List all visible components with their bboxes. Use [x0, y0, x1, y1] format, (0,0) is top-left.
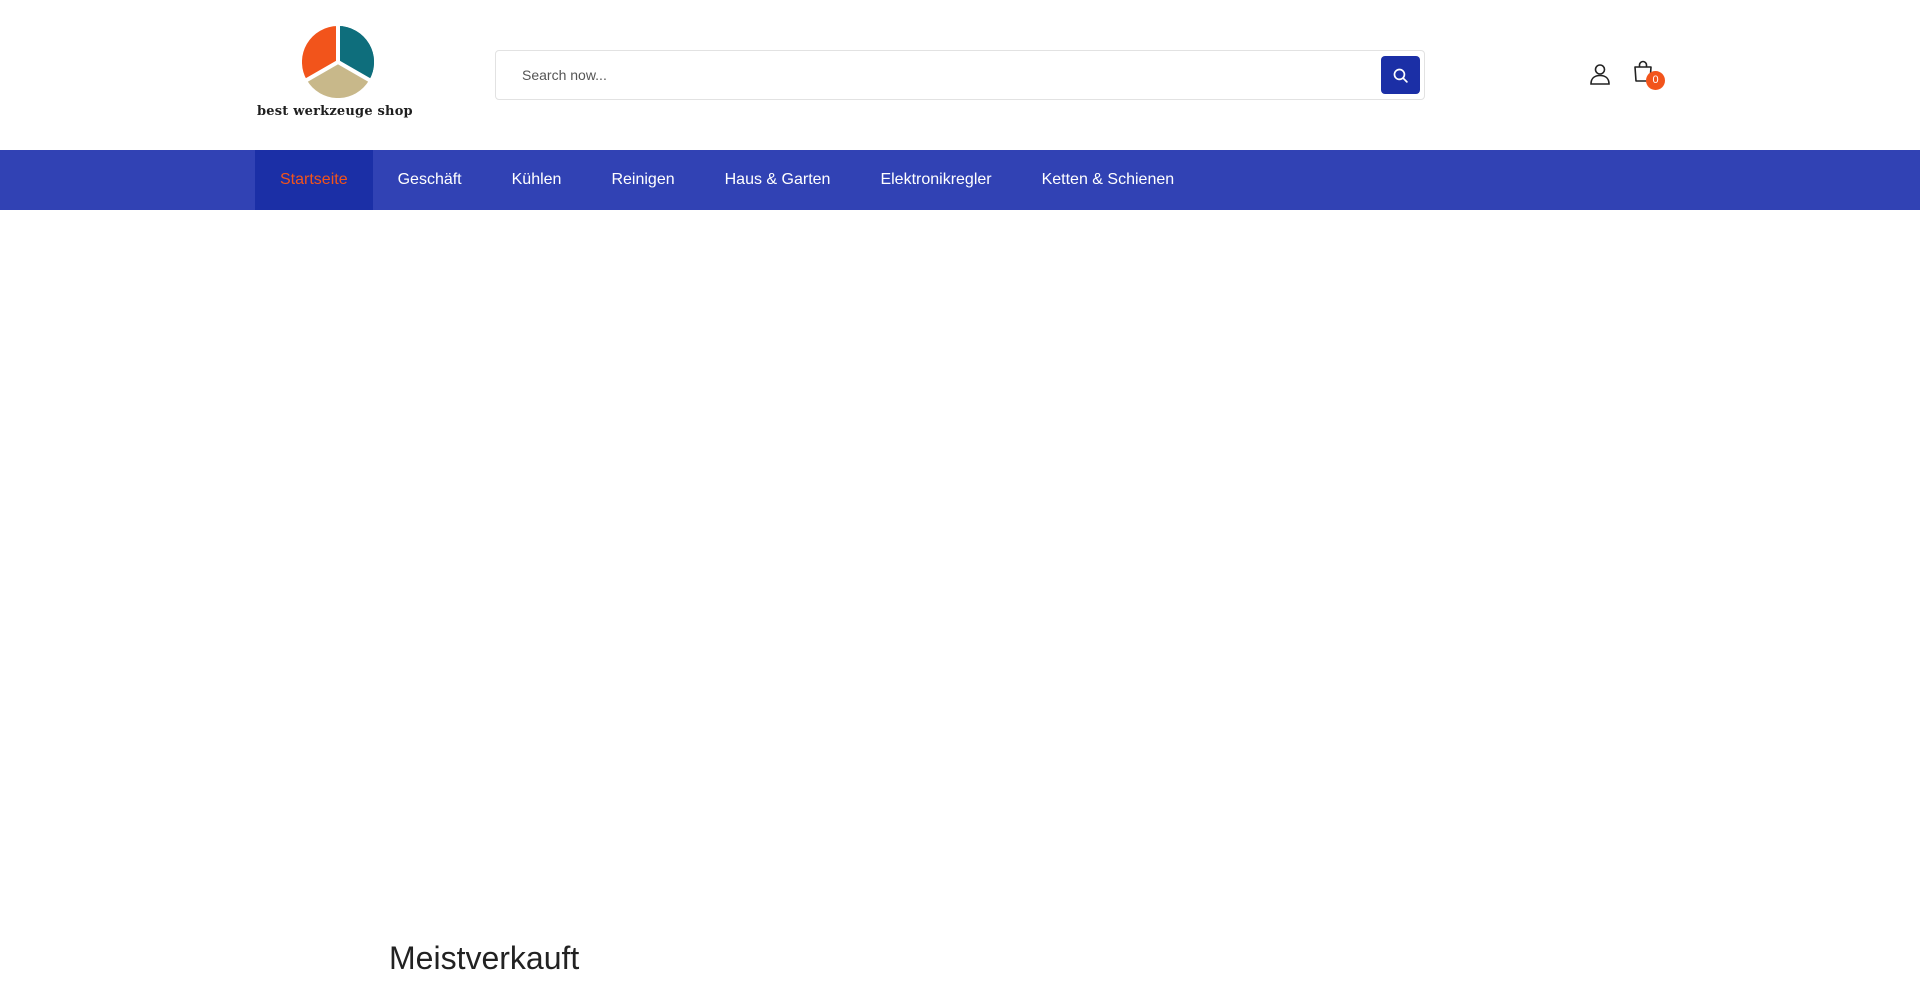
main-navigation: Startseite Geschäft Kühlen Reinigen Haus…	[0, 150, 1920, 210]
user-icon	[1590, 64, 1610, 85]
search-input[interactable]	[510, 51, 1350, 99]
bestsellers-heading: Meistverkauft	[389, 940, 580, 976]
nav-item-ketten-schienen[interactable]: Ketten & Schienen	[1017, 150, 1200, 210]
logo-icon	[302, 26, 374, 98]
logo-text: best werkzeuge shop	[257, 104, 413, 119]
cart-count-badge: 0	[1646, 71, 1665, 90]
nav-item-haus-garten[interactable]: Haus & Garten	[700, 150, 856, 210]
search-bar	[495, 50, 1425, 100]
nav-item-reinigen[interactable]: Reinigen	[586, 150, 699, 210]
nav-item-geschaeft[interactable]: Geschäft	[373, 150, 487, 210]
site-header: best werkzeuge shop 0	[0, 0, 1920, 150]
site-logo[interactable]: best werkzeuge shop	[255, 24, 425, 124]
search-icon	[1393, 68, 1408, 83]
nav-list: Startseite Geschäft Kühlen Reinigen Haus…	[255, 150, 1199, 210]
account-button[interactable]	[1586, 60, 1614, 88]
nav-item-startseite[interactable]: Startseite	[255, 150, 373, 210]
cart-button[interactable]: 0	[1630, 58, 1666, 92]
search-button[interactable]	[1381, 56, 1420, 94]
nav-item-kuehlen[interactable]: Kühlen	[487, 150, 587, 210]
nav-item-elektronikregler[interactable]: Elektronikregler	[855, 150, 1016, 210]
